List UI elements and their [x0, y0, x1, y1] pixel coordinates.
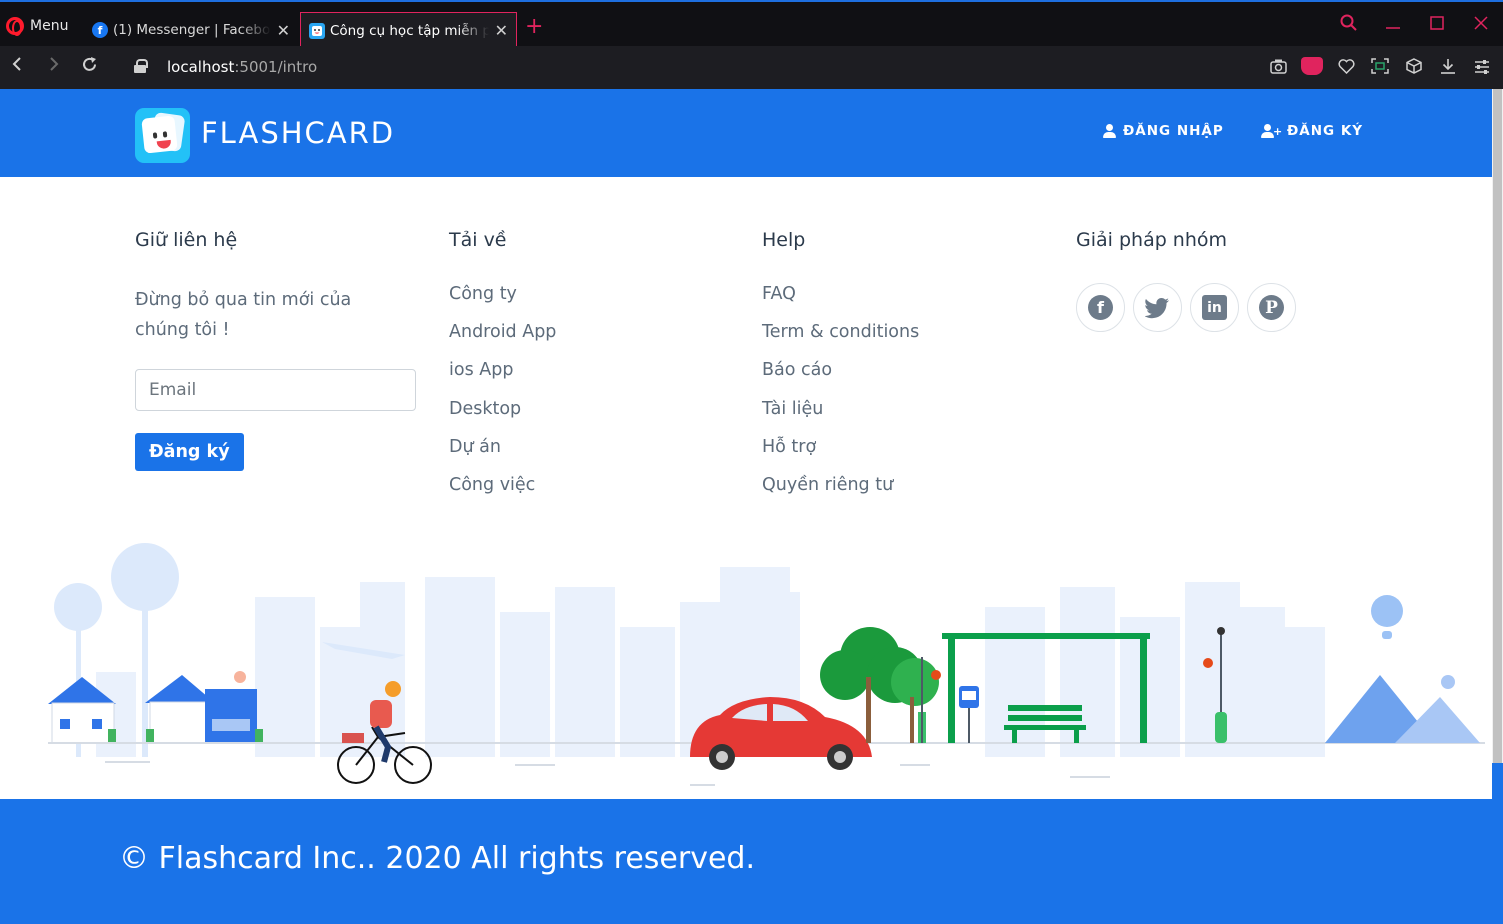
copyright-text: © Flashcard Inc.. 2020 All rights reserv…: [119, 841, 755, 876]
login-link[interactable]: ĐĂNG NHẬP: [1103, 123, 1224, 139]
facebook-button[interactable]: f: [1076, 283, 1125, 332]
forward-icon[interactable]: [45, 56, 61, 77]
help-heading: Help: [762, 229, 806, 251]
download-column: Tải về Công ty Android App ios App Deskt…: [449, 229, 556, 512]
brand-name[interactable]: FLASHCARD: [201, 116, 395, 150]
maximize-icon[interactable]: [1415, 8, 1459, 38]
url-path: :5001/intro: [234, 58, 318, 76]
tab-flashcard[interactable]: Công cụ học tập miễn phí ✕: [300, 12, 517, 48]
signup-link[interactable]: + ĐĂNG KÝ: [1261, 123, 1363, 139]
back-icon[interactable]: [10, 56, 26, 77]
tab-messenger[interactable]: f (1) Messenger | Facebook ✕: [84, 12, 298, 48]
email-field[interactable]: [135, 369, 416, 411]
flashcard-logo-icon[interactable]: [135, 108, 190, 163]
lock-icon: [134, 59, 148, 73]
close-window-icon[interactable]: [1459, 8, 1503, 38]
linkedin-button[interactable]: in: [1190, 283, 1239, 332]
contact-column: Giữ liên hệ Đừng bỏ qua tin mới của chún…: [135, 229, 417, 471]
opera-logo-icon: [6, 17, 24, 36]
pinterest-icon: P: [1259, 295, 1284, 320]
subscribe-button[interactable]: Đăng ký: [135, 433, 244, 471]
tab-search-icon[interactable]: [1327, 8, 1371, 38]
new-tab-icon[interactable]: +: [525, 16, 543, 38]
scrollbar-thumb[interactable]: [1493, 89, 1502, 763]
capture-icon[interactable]: [1369, 58, 1391, 78]
browser-menu-button[interactable]: Menu: [6, 14, 68, 38]
flashcard-favicon-icon: [309, 22, 325, 39]
adblock-shield-icon[interactable]: [1301, 57, 1323, 79]
user-icon: [1103, 124, 1117, 138]
link-support[interactable]: Hỗ trợ: [762, 436, 919, 474]
help-column: Help FAQ Term & conditions Báo cáo Tài l…: [762, 229, 919, 512]
user-plus-icon: +: [1261, 124, 1282, 138]
linkedin-icon: in: [1202, 295, 1227, 320]
contact-heading: Giữ liên hệ: [135, 229, 238, 251]
browser-tab-bar: Menu f (1) Messenger | Facebook ✕ Công c…: [0, 0, 1503, 48]
url-host: localhost: [167, 58, 235, 76]
link-docs[interactable]: Tài liệu: [762, 398, 919, 436]
link-android-app[interactable]: Android App: [449, 321, 556, 359]
pinterest-button[interactable]: P: [1247, 283, 1296, 332]
easy-setup-icon[interactable]: [1471, 59, 1493, 78]
tab-title: (1) Messenger | Facebook: [113, 22, 271, 38]
link-projects[interactable]: Dự án: [449, 436, 556, 474]
team-heading: Giải pháp nhóm: [1076, 229, 1228, 251]
download-icon[interactable]: [1437, 58, 1459, 78]
reload-icon[interactable]: [81, 56, 98, 78]
twitter-icon: [1145, 295, 1170, 320]
city-street-illustration: [48, 543, 1485, 786]
heart-icon[interactable]: [1335, 58, 1357, 78]
newsletter-text: Đừng bỏ qua tin mới của chúng tôi !: [135, 290, 352, 340]
address-bar: localhost:5001/intro: [0, 46, 1503, 89]
cube-icon[interactable]: [1403, 58, 1425, 78]
page-content: FLASHCARD ĐĂNG NHẬP + ĐĂNG KÝ Giữ liên h…: [0, 89, 1492, 924]
link-faq[interactable]: FAQ: [762, 283, 919, 321]
browser-menu-label: Menu: [30, 18, 69, 34]
signup-label: ĐĂNG KÝ: [1287, 123, 1364, 139]
download-heading: Tải về: [449, 229, 507, 251]
site-footer: © Flashcard Inc.. 2020 All rights reserv…: [0, 799, 1492, 924]
site-header: FLASHCARD ĐĂNG NHẬP + ĐĂNG KÝ: [0, 89, 1492, 177]
link-terms[interactable]: Term & conditions: [762, 321, 919, 359]
link-desktop[interactable]: Desktop: [449, 398, 556, 436]
link-ios-app[interactable]: ios App: [449, 359, 556, 397]
url-field[interactable]: localhost:5001/intro: [167, 58, 317, 76]
close-tab-icon[interactable]: ✕: [495, 21, 508, 40]
team-column: Giải pháp nhóm f in P: [1076, 229, 1296, 332]
scrollbar-track-lower: [1492, 763, 1503, 924]
link-report[interactable]: Báo cáo: [762, 359, 919, 397]
facebook-favicon-icon: f: [92, 22, 108, 38]
snapshot-icon[interactable]: [1267, 59, 1289, 78]
twitter-button[interactable]: [1133, 283, 1182, 332]
close-tab-icon[interactable]: ✕: [277, 21, 290, 40]
login-label: ĐĂNG NHẬP: [1123, 123, 1224, 139]
minimize-icon[interactable]: [1371, 8, 1415, 38]
facebook-icon: f: [1088, 295, 1113, 320]
tab-title: Công cụ học tập miễn phí: [330, 22, 489, 39]
link-company[interactable]: Công ty: [449, 283, 556, 321]
